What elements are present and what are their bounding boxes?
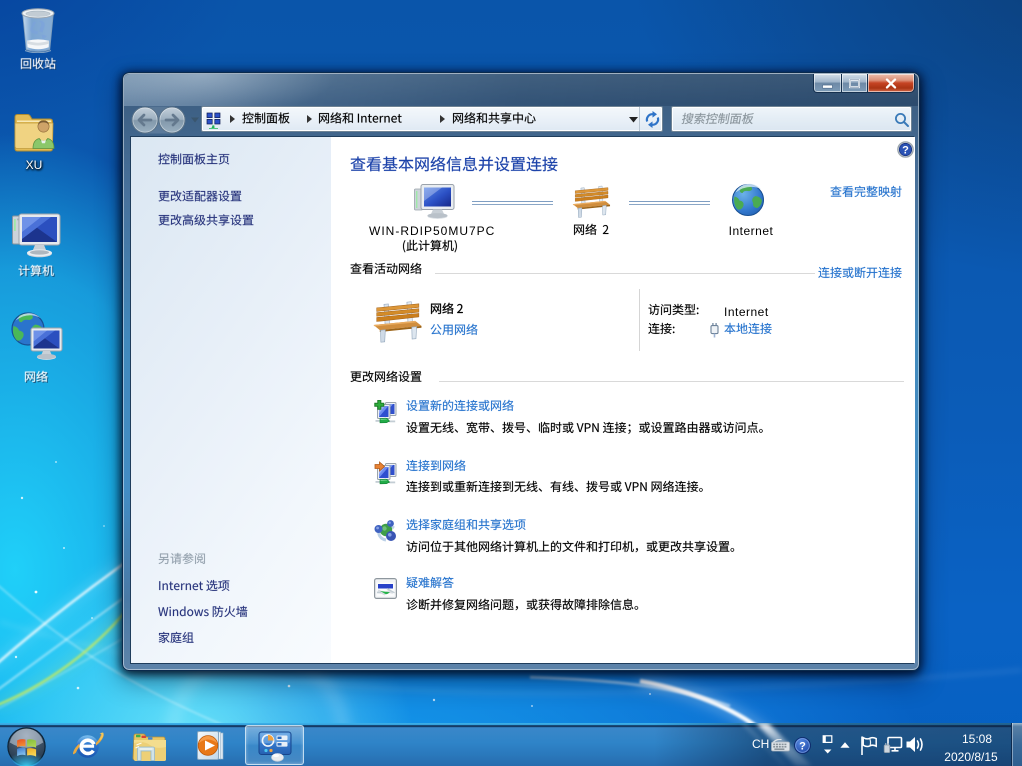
svg-text:?: ?	[902, 145, 909, 157]
svg-text:?: ?	[799, 741, 806, 753]
